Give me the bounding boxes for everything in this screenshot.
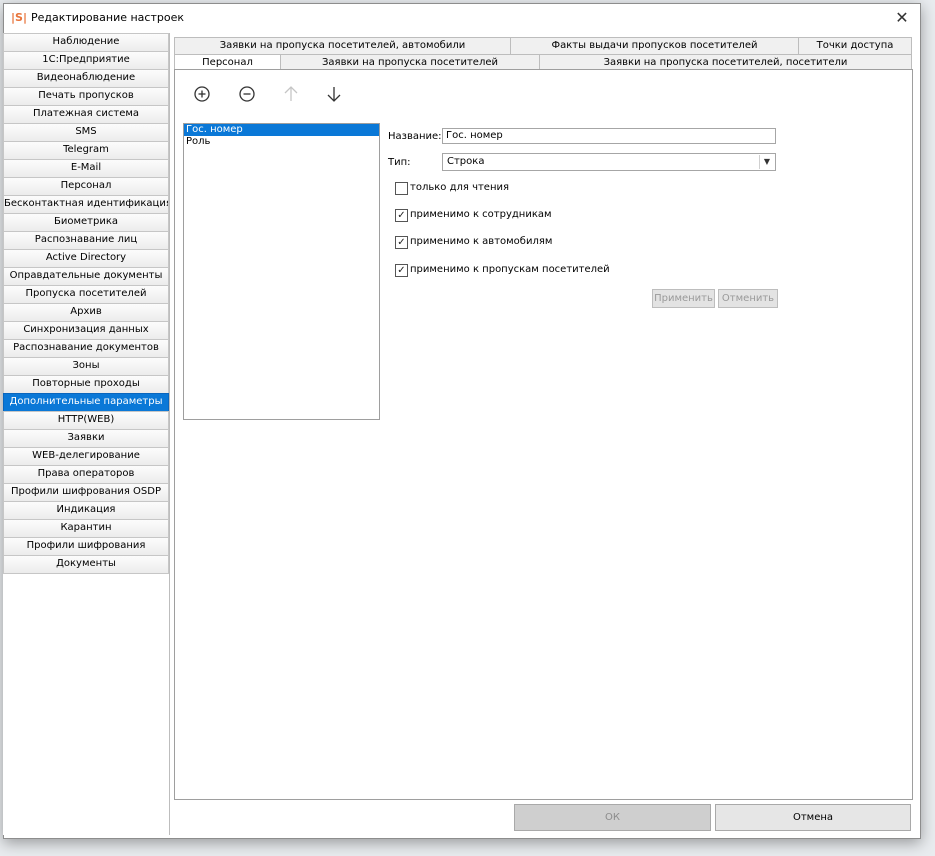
arrow-down-icon[interactable] [322, 85, 346, 109]
sidebar-item[interactable]: Профили шифрования [3, 537, 169, 555]
sidebar-item[interactable]: Active Directory [3, 249, 169, 267]
tabs-row-1: Заявки на пропуска посетителей, автомоби… [174, 37, 912, 55]
sidebar-item[interactable]: WEB-делегирование [3, 447, 169, 465]
employees-checkbox-label: применимо к сотрудникам [410, 209, 552, 220]
employees-checkbox-box[interactable]: ✓ [395, 209, 408, 222]
type-select[interactable]: Строка ▼ [442, 153, 776, 171]
sidebar-item[interactable]: Персонал [3, 177, 169, 195]
sidebar-item[interactable]: Профили шифрования OSDP [3, 483, 169, 501]
sidebar-item[interactable]: Бесконтактная идентификация [3, 195, 169, 213]
cars-checkbox-box[interactable]: ✓ [395, 236, 408, 249]
sidebar-item[interactable]: Повторные проходы [3, 375, 169, 393]
tab-access-points[interactable]: Точки доступа [798, 37, 912, 55]
sidebar-item[interactable]: Наблюдение [3, 33, 169, 51]
sidebar-item[interactable]: Зоны [3, 357, 169, 375]
sidebar-item[interactable]: Распознавание лиц [3, 231, 169, 249]
sidebar-item[interactable]: Печать пропусков [3, 87, 169, 105]
name-field[interactable]: Гос. номер [442, 128, 776, 144]
cancel-button[interactable]: Отмена [715, 804, 911, 831]
cars-checkbox-label: применимо к автомобилям [410, 236, 553, 247]
readonly-checkbox-label: только для чтения [410, 182, 510, 193]
sidebar-item[interactable]: Распознавание документов [3, 339, 169, 357]
sidebar-item[interactable]: Заявки [3, 429, 169, 447]
sidebar-item[interactable]: Архив [3, 303, 169, 321]
name-label: Название: [388, 131, 442, 142]
add-circle-icon[interactable] [190, 85, 214, 109]
sidebar-item[interactable]: Дополнительные параметры [3, 393, 169, 411]
chevron-down-icon: ▼ [759, 155, 774, 169]
remove-circle-icon[interactable] [235, 85, 259, 109]
sidebar-item[interactable]: SMS [3, 123, 169, 141]
sidebar-item[interactable]: Пропуска посетителей [3, 285, 169, 303]
window-title: Редактирование настроек [31, 11, 185, 24]
field-list: Гос. номер Роль [183, 123, 380, 420]
app-logo: |S| [11, 11, 27, 24]
sidebar-item[interactable]: E-Mail [3, 159, 169, 177]
tab-visitor-pass-facts[interactable]: Факты выдачи пропусков посетителей [510, 37, 799, 55]
sidebar-list: Наблюдение 1С:Предприятие Видеонаблюдение П… [3, 33, 169, 574]
close-button[interactable]: ✕ [888, 7, 916, 29]
title-bar: |S| Редактирование настроек ✕ [4, 4, 920, 32]
type-label: Тип: [388, 157, 411, 168]
apply-button[interactable]: Применить [652, 289, 715, 308]
sidebar-item[interactable]: Видеонаблюдение [3, 69, 169, 87]
sidebar-item[interactable]: Индикация [3, 501, 169, 519]
ok-button[interactable]: ОК [514, 804, 711, 831]
sidebar-item[interactable]: Документы [3, 555, 169, 573]
list-item[interactable]: Роль [184, 136, 379, 148]
visitors-checkbox-label: применимо к пропускам посетителей [410, 264, 610, 275]
sidebar-item[interactable]: Оправдательные документы [3, 267, 169, 285]
arrow-up-icon[interactable] [279, 85, 303, 109]
sidebar-item[interactable]: HTTP(WEB) [3, 411, 169, 429]
list-item[interactable]: Гос. номер [184, 124, 379, 136]
revert-button[interactable]: Отменить [718, 289, 778, 308]
readonly-checkbox-box[interactable] [395, 182, 408, 195]
sidebar-item[interactable]: Платежная система [3, 105, 169, 123]
tab-visitor-requests-cars[interactable]: Заявки на пропуска посетителей, автомоби… [174, 37, 511, 55]
sidebar-item[interactable]: 1С:Предприятие [3, 51, 169, 69]
settings-sidebar: Наблюдение 1С:Предприятие Видеонаблюдение П… [3, 33, 170, 835]
sidebar-item[interactable]: Права операторов [3, 465, 169, 483]
sidebar-item[interactable]: Telegram [3, 141, 169, 159]
sidebar-item[interactable]: Синхронизация данных [3, 321, 169, 339]
type-select-value: Строка [447, 156, 485, 167]
sidebar-item[interactable]: Биометрика [3, 213, 169, 231]
visitors-checkbox-box[interactable]: ✓ [395, 264, 408, 277]
sidebar-item[interactable]: Карантин [3, 519, 169, 537]
